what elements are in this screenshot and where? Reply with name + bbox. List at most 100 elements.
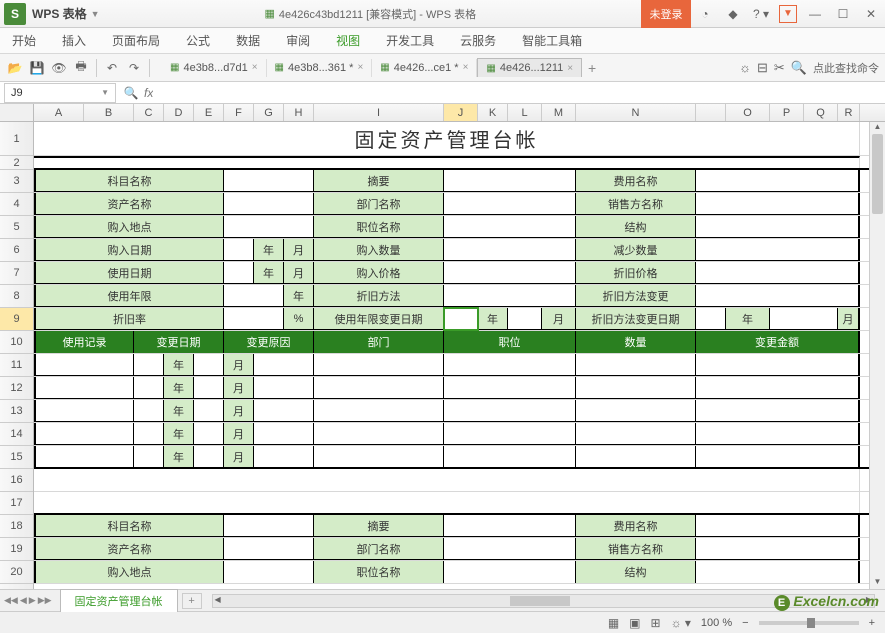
cell[interactable]: 科目名称: [34, 515, 224, 537]
cell[interactable]: 年: [726, 308, 770, 330]
cell[interactable]: [444, 354, 576, 376]
menu-cloud[interactable]: 云服务: [458, 28, 498, 53]
cell[interactable]: [224, 308, 284, 330]
cell[interactable]: [224, 170, 314, 192]
menu-dev[interactable]: 开发工具: [384, 28, 436, 53]
cell[interactable]: [194, 423, 224, 445]
menu-review[interactable]: 审阅: [284, 28, 312, 53]
row-header-12[interactable]: 12: [0, 377, 33, 400]
row-header-1[interactable]: 1: [0, 122, 33, 156]
cell[interactable]: 年: [164, 423, 194, 445]
cell[interactable]: [314, 423, 444, 445]
cell[interactable]: [444, 400, 576, 422]
fx-label[interactable]: fx: [144, 86, 153, 100]
cell[interactable]: [194, 400, 224, 422]
cell[interactable]: 月: [284, 239, 314, 261]
cell[interactable]: [134, 354, 164, 376]
print-preview-icon[interactable]: 👁: [50, 59, 68, 77]
maximize-button[interactable]: ☐: [829, 0, 857, 28]
menu-view[interactable]: 视图: [334, 28, 362, 53]
col-header-M[interactable]: M: [542, 104, 576, 121]
file-tab-1[interactable]: ▦4e3b8...d7d1×: [162, 59, 267, 77]
cell[interactable]: 购入价格: [314, 262, 444, 284]
scroll-down-arrow[interactable]: ▼: [870, 577, 885, 589]
cell[interactable]: [696, 561, 860, 583]
cell[interactable]: [134, 423, 164, 445]
col-header-I[interactable]: I: [314, 104, 444, 121]
cell[interactable]: [34, 377, 134, 399]
cell[interactable]: [254, 423, 314, 445]
cell[interactable]: [34, 492, 860, 513]
file-tab-4[interactable]: ▦4e426...1211×: [477, 58, 582, 77]
cell[interactable]: [224, 285, 284, 307]
cell[interactable]: [254, 354, 314, 376]
menu-insert[interactable]: 插入: [60, 28, 88, 53]
app-menu-dropdown[interactable]: ▼: [91, 9, 100, 19]
cell[interactable]: 年: [164, 354, 194, 376]
login-button[interactable]: 未登录: [641, 0, 691, 28]
cell[interactable]: 变更金额: [696, 331, 860, 353]
col-header-N[interactable]: N: [576, 104, 696, 121]
cell[interactable]: [444, 262, 576, 284]
cell[interactable]: 年: [164, 400, 194, 422]
cell[interactable]: [194, 354, 224, 376]
cell[interactable]: [254, 446, 314, 467]
search-icon[interactable]: 🔍: [791, 60, 807, 76]
cell[interactable]: 科目名称: [34, 170, 224, 192]
cell[interactable]: [444, 308, 478, 330]
cell[interactable]: [696, 262, 860, 284]
settings-icon[interactable]: ✂: [774, 60, 785, 76]
col-header-A[interactable]: A: [34, 104, 84, 121]
cell[interactable]: 使用日期: [34, 262, 224, 284]
menu-data[interactable]: 数据: [234, 28, 262, 53]
cell[interactable]: 职位名称: [314, 561, 444, 583]
cell[interactable]: 摘要: [314, 515, 444, 537]
cell[interactable]: [444, 285, 576, 307]
cell[interactable]: [134, 377, 164, 399]
cell[interactable]: 费用名称: [576, 515, 696, 537]
cell[interactable]: 购入日期: [34, 239, 224, 261]
notification-icon[interactable]: ▼: [779, 5, 797, 23]
cell[interactable]: [194, 446, 224, 467]
cell[interactable]: [224, 262, 254, 284]
cell[interactable]: 月: [224, 423, 254, 445]
cell[interactable]: 月: [224, 400, 254, 422]
sheet-nav[interactable]: ◀◀◀▶▶▶: [0, 595, 56, 606]
row-header-13[interactable]: 13: [0, 400, 33, 423]
file-tab-3[interactable]: ▦4e426...ce1 *×: [372, 59, 477, 77]
cell[interactable]: [134, 446, 164, 467]
cell[interactable]: 费用名称: [576, 170, 696, 192]
theme-icon[interactable]: ☼: [739, 60, 751, 75]
cell[interactable]: [770, 308, 838, 330]
col-header-P[interactable]: P: [770, 104, 804, 121]
close-tab-icon[interactable]: ×: [567, 63, 573, 74]
row-header-8[interactable]: 8: [0, 285, 33, 308]
cell[interactable]: 销售方名称: [576, 538, 696, 560]
cell[interactable]: [696, 446, 860, 467]
new-tab-button[interactable]: +: [582, 60, 602, 76]
more-icon[interactable]: ⊟: [757, 60, 768, 76]
cell[interactable]: [444, 170, 576, 192]
cell[interactable]: [224, 561, 314, 583]
menu-formula[interactable]: 公式: [184, 28, 212, 53]
col-header-O[interactable]: O: [726, 104, 770, 121]
menu-layout[interactable]: 页面布局: [110, 28, 162, 53]
row-header-18[interactable]: 18: [0, 515, 33, 538]
cell[interactable]: [34, 400, 134, 422]
cell[interactable]: [224, 193, 314, 215]
col-header-K[interactable]: K: [478, 104, 508, 121]
cell[interactable]: [34, 156, 860, 168]
row-header-10[interactable]: 10: [0, 331, 33, 354]
cell[interactable]: [444, 423, 576, 445]
cell[interactable]: 折旧价格: [576, 262, 696, 284]
row-header-2[interactable]: 2: [0, 156, 33, 170]
cell[interactable]: [576, 423, 696, 445]
cell[interactable]: [34, 354, 134, 376]
help-dropdown[interactable]: ? ▾: [747, 0, 775, 28]
cell[interactable]: [34, 469, 860, 491]
close-tab-icon[interactable]: ×: [357, 62, 363, 73]
cell[interactable]: [444, 193, 576, 215]
cell[interactable]: [224, 216, 314, 238]
col-header-H[interactable]: H: [284, 104, 314, 121]
close-tab-icon[interactable]: ×: [463, 62, 469, 73]
